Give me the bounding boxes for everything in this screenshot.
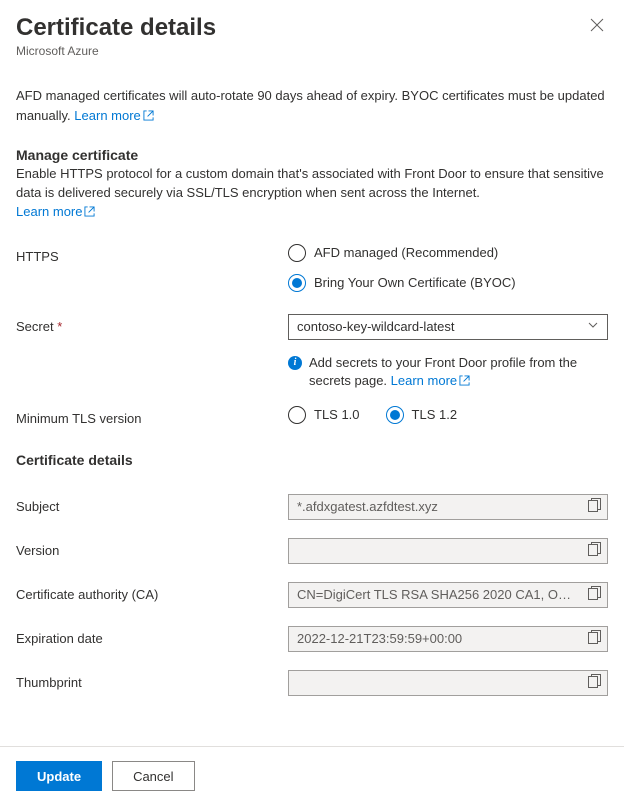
https-afd-managed-radio[interactable]: AFD managed (Recommended) xyxy=(288,244,608,262)
radio-label: TLS 1.2 xyxy=(412,407,458,422)
subject-value: *.afdxgatest.azfdtest.xyz xyxy=(297,499,582,514)
expiration-label: Expiration date xyxy=(16,626,288,646)
copy-button[interactable] xyxy=(588,674,601,691)
subject-label: Subject xyxy=(16,494,288,514)
copy-button[interactable] xyxy=(588,586,601,603)
secret-learn-more-link[interactable]: Learn more xyxy=(391,373,470,388)
radio-icon xyxy=(288,244,306,262)
radio-icon xyxy=(288,274,306,292)
tls-label: Minimum TLS version xyxy=(16,406,288,426)
version-field xyxy=(288,538,608,564)
radio-label: TLS 1.0 xyxy=(314,407,360,422)
copy-button[interactable] xyxy=(588,630,601,647)
required-indicator: * xyxy=(57,319,62,334)
update-button[interactable]: Update xyxy=(16,761,102,791)
copy-icon xyxy=(588,586,601,600)
subject-field: *.afdxgatest.azfdtest.xyz xyxy=(288,494,608,520)
ca-value: CN=DigiCert TLS RSA SHA256 2020 CA1, O… xyxy=(297,587,582,602)
external-link-icon xyxy=(82,204,95,219)
radio-icon xyxy=(288,406,306,424)
secret-label: Secret xyxy=(16,319,54,334)
intro-learn-more-link[interactable]: Learn more xyxy=(74,108,153,123)
tls-12-radio[interactable]: TLS 1.2 xyxy=(386,406,458,424)
secret-selected-value: contoso-key-wildcard-latest xyxy=(297,319,455,334)
copy-icon xyxy=(588,542,601,556)
manage-cert-heading: Manage certificate xyxy=(16,147,608,163)
cert-details-heading: Certificate details xyxy=(16,452,608,468)
thumbprint-label: Thumbprint xyxy=(16,670,288,690)
chevron-down-icon xyxy=(587,319,599,334)
radio-label: AFD managed (Recommended) xyxy=(314,245,498,260)
copy-icon xyxy=(588,630,601,644)
close-icon xyxy=(590,18,604,32)
intro-text-block: AFD managed certificates will auto-rotat… xyxy=(16,86,608,125)
expiration-value: 2022-12-21T23:59:59+00:00 xyxy=(297,631,582,646)
info-icon: i xyxy=(288,356,302,370)
copy-button[interactable] xyxy=(588,498,601,515)
footer: Update Cancel xyxy=(0,746,624,805)
thumbprint-field xyxy=(288,670,608,696)
manage-cert-desc-block: Enable HTTPS protocol for a custom domai… xyxy=(16,165,608,222)
secret-dropdown[interactable]: contoso-key-wildcard-latest xyxy=(288,314,608,340)
panel-title: Certificate details xyxy=(16,14,216,42)
manage-cert-desc: Enable HTTPS protocol for a custom domai… xyxy=(16,166,604,200)
https-byoc-radio[interactable]: Bring Your Own Certificate (BYOC) xyxy=(288,274,608,292)
external-link-icon xyxy=(141,108,154,123)
close-button[interactable] xyxy=(586,14,608,40)
expiration-field: 2022-12-21T23:59:59+00:00 xyxy=(288,626,608,652)
radio-icon xyxy=(386,406,404,424)
copy-icon xyxy=(588,498,601,512)
ca-label: Certificate authority (CA) xyxy=(16,582,288,602)
tls-10-radio[interactable]: TLS 1.0 xyxy=(288,406,360,424)
cancel-button[interactable]: Cancel xyxy=(112,761,194,791)
copy-button[interactable] xyxy=(588,542,601,559)
ca-field: CN=DigiCert TLS RSA SHA256 2020 CA1, O… xyxy=(288,582,608,608)
https-label: HTTPS xyxy=(16,244,288,264)
copy-icon xyxy=(588,674,601,688)
version-label: Version xyxy=(16,538,288,558)
panel-subtitle: Microsoft Azure xyxy=(16,44,216,58)
secret-info-row: i Add secrets to your Front Door profile… xyxy=(288,354,608,390)
radio-label: Bring Your Own Certificate (BYOC) xyxy=(314,275,516,290)
manage-learn-more-link[interactable]: Learn more xyxy=(16,204,95,219)
external-link-icon xyxy=(457,373,470,388)
